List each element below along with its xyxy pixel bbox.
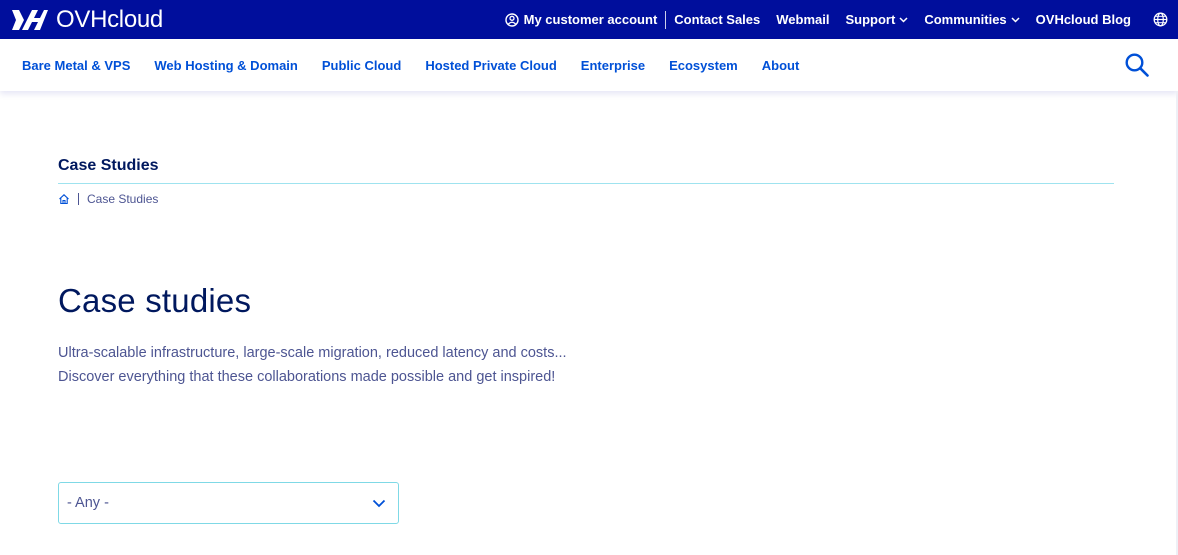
communities-menu[interactable]: Communities bbox=[924, 12, 1020, 27]
nav-item-enterprise[interactable]: Enterprise bbox=[581, 58, 645, 73]
page-title: Case studies bbox=[58, 282, 252, 319]
section-divider bbox=[58, 183, 1114, 184]
section-title: Case Studies bbox=[58, 157, 159, 174]
main-navigation: Bare Metal & VPS Web Hosting & Domain Pu… bbox=[0, 39, 1178, 91]
communities-label: Communities bbox=[924, 12, 1007, 27]
nav-item-about[interactable]: About bbox=[762, 58, 800, 73]
support-label: Support bbox=[845, 12, 896, 27]
intro-text: Ultra-scalable infrastructure, large-sca… bbox=[58, 341, 758, 389]
globe-icon[interactable] bbox=[1153, 12, 1168, 27]
webmail-link[interactable]: Webmail bbox=[776, 12, 829, 27]
ovhcloud-logo[interactable]: OVHcloud bbox=[10, 6, 163, 34]
contact-sales-label: Contact Sales bbox=[674, 12, 761, 27]
chevron-down-icon bbox=[899, 16, 908, 23]
brand-name: OVHcloud bbox=[56, 5, 163, 33]
intro-line-1: Ultra-scalable infrastructure, large-sca… bbox=[58, 345, 567, 361]
chevron-down-icon bbox=[372, 499, 386, 508]
user-circle-icon bbox=[504, 12, 519, 27]
ovhcloud-blog-link[interactable]: OVHcloud Blog bbox=[1036, 12, 1131, 27]
nav-item-hosted-private-cloud[interactable]: Hosted Private Cloud bbox=[425, 58, 556, 73]
top-links: My customer account Contact Sales Webmai… bbox=[504, 0, 1168, 39]
my-customer-account-label: My customer account bbox=[523, 12, 658, 27]
filter-selected-value: - Any - bbox=[67, 495, 109, 511]
breadcrumb-separator bbox=[78, 193, 79, 205]
case-study-filter-select[interactable]: - Any - bbox=[58, 482, 399, 524]
my-customer-account-link[interactable]: My customer account bbox=[504, 12, 658, 27]
support-menu[interactable]: Support bbox=[845, 12, 908, 27]
nav-item-bare-metal-vps[interactable]: Bare Metal & VPS bbox=[22, 58, 130, 73]
intro-line-2: Discover everything that these collabora… bbox=[58, 369, 556, 385]
breadcrumb-current: Case Studies bbox=[87, 192, 159, 206]
top-link-separator bbox=[665, 10, 667, 29]
nav-item-web-hosting-domain[interactable]: Web Hosting & Domain bbox=[154, 58, 297, 73]
nav-item-ecosystem[interactable]: Ecosystem bbox=[669, 58, 738, 73]
webmail-label: Webmail bbox=[776, 12, 830, 27]
ovhcloud-logo-icon bbox=[12, 9, 48, 30]
nav-item-public-cloud[interactable]: Public Cloud bbox=[322, 58, 401, 73]
home-icon[interactable] bbox=[58, 193, 70, 205]
ovhcloud-blog-label: OVHcloud Blog bbox=[1035, 12, 1131, 27]
chevron-down-icon bbox=[1011, 16, 1020, 23]
top-bar: OVHcloud My customer account Contact Sal… bbox=[0, 0, 1178, 39]
breadcrumb: Case Studies bbox=[58, 192, 1114, 206]
main-nav-items: Bare Metal & VPS Web Hosting & Domain Pu… bbox=[22, 58, 823, 73]
search-icon[interactable] bbox=[1124, 52, 1150, 78]
section-header: Case Studies Case Studies bbox=[58, 157, 1114, 206]
contact-sales-link[interactable]: Contact Sales bbox=[674, 12, 760, 27]
